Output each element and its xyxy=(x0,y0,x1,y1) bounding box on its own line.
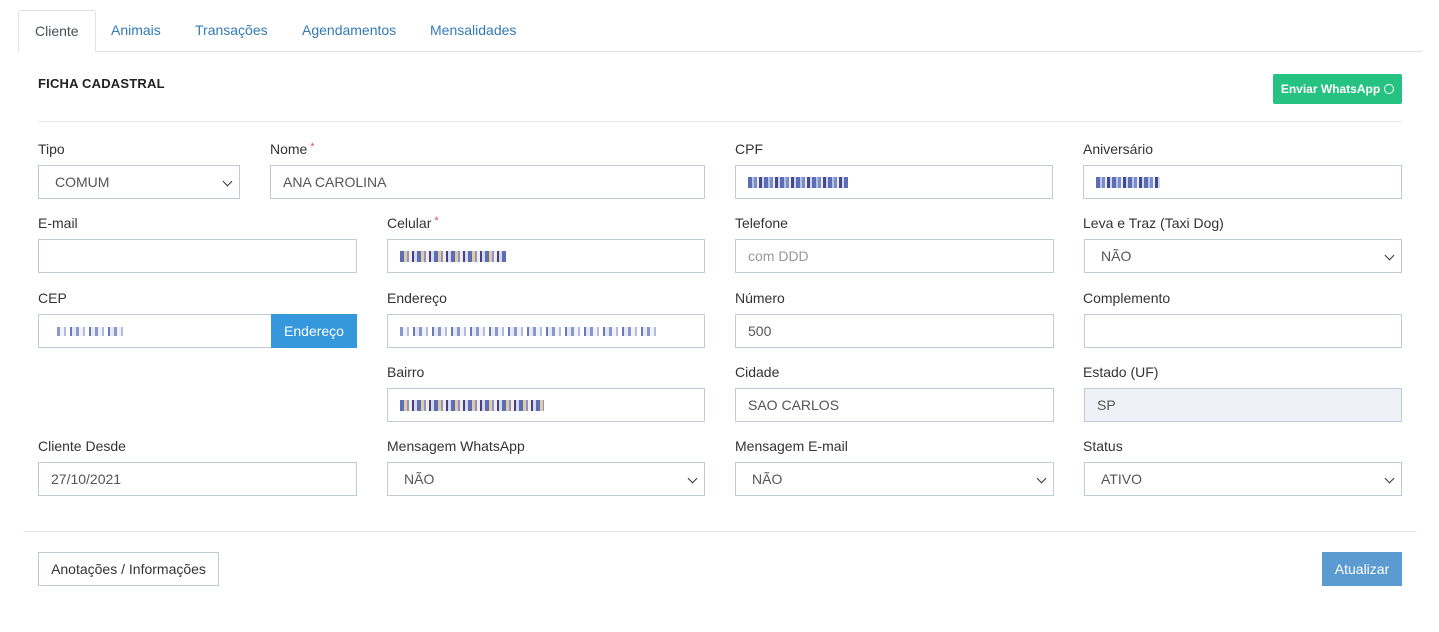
redacted-value xyxy=(400,326,660,336)
cliente-desde-label: Cliente Desde xyxy=(38,438,126,454)
celular-label-text: Celular xyxy=(387,215,432,231)
cidade-input[interactable]: SAO CARLOS xyxy=(735,388,1054,422)
required-marker: * xyxy=(310,141,315,153)
tipo-select[interactable]: COMUM xyxy=(38,165,240,199)
telefone-input[interactable]: com DDD xyxy=(735,239,1054,273)
endereco-label: Endereço xyxy=(387,290,447,306)
required-marker: * xyxy=(434,215,439,227)
msg-whatsapp-select[interactable]: NÃO xyxy=(387,462,705,496)
msg-email-value: NÃO xyxy=(752,471,783,487)
divider xyxy=(38,121,1402,122)
tab-mensalidades[interactable]: Mensalidades xyxy=(414,10,532,52)
nome-label-text: Nome xyxy=(270,141,308,157)
msg-email-select[interactable]: NÃO xyxy=(735,462,1054,496)
celular-label: Celular * xyxy=(387,215,439,231)
tab-agendamentos[interactable]: Agendamentos xyxy=(286,10,412,52)
tab-cliente[interactable]: Cliente xyxy=(18,10,96,52)
tipo-label: Tipo xyxy=(38,141,65,157)
msg-whatsapp-value: NÃO xyxy=(404,471,435,487)
celular-input[interactable] xyxy=(387,239,705,273)
status-select[interactable]: ATIVO xyxy=(1084,462,1402,496)
cep-input[interactable] xyxy=(38,314,272,348)
chevron-down-icon xyxy=(1384,250,1395,261)
telefone-label: Telefone xyxy=(735,215,788,231)
nome-input[interactable]: ANA CAROLINA xyxy=(270,165,705,199)
numero-label: Número xyxy=(735,290,785,306)
complemento-input[interactable] xyxy=(1084,314,1402,348)
status-value: ATIVO xyxy=(1101,471,1142,487)
msg-whatsapp-label: Mensagem WhatsApp xyxy=(387,438,525,454)
aniversario-input[interactable] xyxy=(1083,165,1402,199)
taxi-dog-select[interactable]: NÃO xyxy=(1084,239,1402,273)
complemento-label: Complemento xyxy=(1083,290,1171,306)
section-title: FICHA CADASTRAL xyxy=(38,76,165,91)
bairro-label: Bairro xyxy=(387,364,425,380)
redacted-value xyxy=(748,176,848,188)
taxi-dog-value: NÃO xyxy=(1101,248,1132,264)
lookup-address-button[interactable]: Endereço xyxy=(271,314,357,348)
redacted-value xyxy=(57,326,123,336)
estado-label: Estado (UF) xyxy=(1083,364,1159,380)
bairro-input[interactable] xyxy=(387,388,705,422)
chevron-down-icon xyxy=(1384,473,1395,484)
redacted-value xyxy=(1096,176,1160,188)
chevron-down-icon xyxy=(1036,473,1047,484)
tipo-value: COMUM xyxy=(55,174,110,190)
send-whatsapp-label: Enviar WhatsApp xyxy=(1280,82,1381,96)
nome-label: Nome * xyxy=(270,141,315,157)
email-label: E-mail xyxy=(38,215,78,231)
send-whatsapp-button[interactable]: Enviar WhatsApp xyxy=(1273,74,1402,104)
email-input[interactable] xyxy=(38,239,357,273)
notes-button[interactable]: Anotações / Informações xyxy=(38,552,219,586)
redacted-value xyxy=(400,399,544,411)
status-label: Status xyxy=(1083,438,1123,454)
endereco-input[interactable] xyxy=(387,314,705,348)
estado-input: SP xyxy=(1084,388,1402,422)
tab-transacoes[interactable]: Transações xyxy=(179,10,284,52)
tab-bar: Cliente Animais Transações Agendamentos … xyxy=(18,10,1422,52)
chevron-down-icon xyxy=(222,176,233,187)
redacted-value xyxy=(400,250,506,262)
numero-input[interactable]: 500 xyxy=(735,314,1054,348)
cliente-desde-input[interactable]: 27/10/2021 xyxy=(38,462,357,496)
cidade-label: Cidade xyxy=(735,364,780,380)
tab-animais[interactable]: Animais xyxy=(95,10,177,52)
cpf-input[interactable] xyxy=(735,165,1053,199)
divider xyxy=(23,531,1417,532)
cpf-label: CPF xyxy=(735,141,763,157)
taxi-dog-label: Leva e Traz (Taxi Dog) xyxy=(1083,215,1224,231)
msg-email-label: Mensagem E-mail xyxy=(735,438,848,454)
cep-label: CEP xyxy=(38,290,67,306)
chevron-down-icon xyxy=(687,473,698,484)
aniversario-label: Aniversário xyxy=(1083,141,1154,157)
whatsapp-icon xyxy=(1384,84,1395,94)
update-button[interactable]: Atualizar xyxy=(1322,552,1402,586)
